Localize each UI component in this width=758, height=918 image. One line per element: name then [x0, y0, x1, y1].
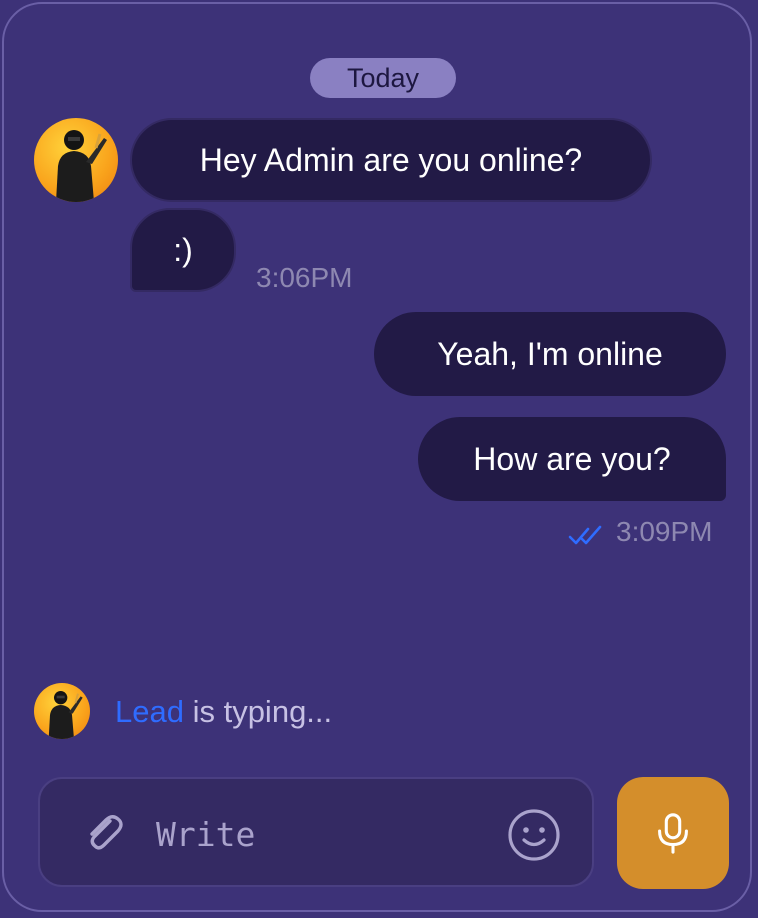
typing-avatar: [34, 683, 90, 739]
soldier-avatar-icon: [56, 130, 107, 202]
message-text: Yeah, I'm online: [437, 335, 663, 372]
message-composer: [38, 777, 594, 887]
date-divider: Today: [310, 58, 456, 98]
typing-user-name: Lead: [115, 694, 184, 729]
smiley-icon[interactable]: [507, 808, 561, 862]
message-input[interactable]: [154, 809, 488, 859]
incoming-timestamp: 3:06PM: [256, 262, 353, 293]
typing-text: is typing...: [183, 694, 333, 729]
soldier-avatar-icon: [48, 691, 83, 739]
incoming-message[interactable]: :): [130, 208, 236, 292]
outgoing-message[interactable]: Yeah, I'm online: [374, 312, 726, 396]
contact-avatar[interactable]: [34, 118, 118, 202]
paperclip-icon[interactable]: [80, 809, 128, 857]
double-check-icon: [568, 525, 602, 545]
voice-record-button[interactable]: [617, 777, 729, 889]
outgoing-timestamp: 3:09PM: [616, 516, 713, 547]
message-text: Hey Admin are you online?: [199, 141, 583, 178]
outgoing-message[interactable]: How are you?: [418, 417, 726, 501]
microphone-icon: [658, 813, 688, 854]
message-text: :): [173, 231, 193, 268]
incoming-message[interactable]: Hey Admin are you online?: [130, 118, 652, 202]
message-text: How are you?: [473, 440, 671, 477]
chat-window: Today Hey Admin are you online? :) 3:06P…: [2, 2, 752, 912]
typing-indicator: Lead is typing...: [115, 694, 332, 730]
